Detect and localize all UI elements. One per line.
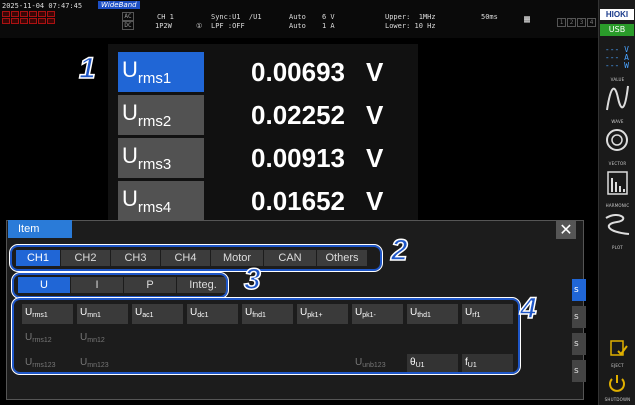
- channel-number-box: 3: [577, 18, 586, 27]
- wiring-label: 1P2W: [155, 22, 172, 30]
- sync-label: Sync:U1 /U1: [211, 13, 262, 21]
- harmonic-view-button[interactable]: HARMONIC: [601, 166, 634, 210]
- type-tabs-highlight: [11, 272, 229, 299]
- measurement-row[interactable]: Urms2 0.02252 V: [118, 95, 418, 135]
- plot-icon: [605, 213, 630, 235]
- circle-one-icon: ①: [196, 22, 203, 30]
- plot-button-label: PLOT: [612, 245, 623, 250]
- measurement-item-name[interactable]: Urms1: [118, 52, 204, 92]
- measurement-row[interactable]: Urms4 0.01652 V: [118, 181, 418, 221]
- svg-text:--- W: --- W: [605, 61, 629, 70]
- status-bar: 2025-11-04 07:47:45 WideBand AC DC CH 1 …: [0, 0, 598, 38]
- measurement-value: 0.00693: [251, 57, 345, 87]
- side-selector[interactable]: s: [572, 306, 586, 328]
- current-range-mode: Auto: [289, 22, 306, 30]
- channel-number-box: 4: [587, 18, 596, 27]
- channel-indicator-grid: [2, 11, 55, 24]
- upper-limit: Upper: 1MHz: [385, 13, 436, 21]
- channel-number-box: 1: [557, 18, 566, 27]
- measurement-unit: V: [366, 57, 384, 87]
- eject-button[interactable]: EJECT: [601, 338, 634, 370]
- callout-number: 3: [243, 262, 261, 297]
- voltage-range-mode: Auto: [289, 13, 306, 21]
- side-selector[interactable]: s: [572, 333, 586, 355]
- channel-tabs-highlight: [9, 244, 383, 272]
- measurement-value: 0.02252: [251, 100, 345, 130]
- measurement-row[interactable]: Urms3 0.00913 V: [118, 138, 418, 178]
- wideband-badge: WideBand: [98, 1, 140, 9]
- measurement-unit: V: [366, 186, 384, 216]
- voltage-range: 6 V: [322, 13, 335, 21]
- measurement-value: 0.00913: [251, 143, 345, 173]
- vector-icon: [606, 129, 628, 151]
- datetime: 2025-11-04 07:47:45: [2, 2, 83, 10]
- measurement-item-name[interactable]: Urms2: [118, 95, 204, 135]
- shutdown-icon: [609, 375, 625, 392]
- plot-view-button[interactable]: PLOT: [601, 208, 634, 252]
- measurement-item-name[interactable]: Urms3: [118, 138, 204, 178]
- lpf-label: LPF :OFF: [211, 22, 245, 30]
- channel-number-boxes: 1 2 3 4: [557, 18, 596, 27]
- brand-logo: HIOKI: [600, 9, 634, 20]
- param-grid-highlight: [11, 297, 521, 375]
- measurement-value: 0.01652: [251, 186, 345, 216]
- channel-number-box: 2: [567, 18, 576, 27]
- eject-button-label: EJECT: [611, 363, 624, 368]
- shutdown-button[interactable]: SHUTDOWN: [601, 372, 634, 404]
- shutdown-button-label: SHUTDOWN: [604, 397, 631, 402]
- harmonic-icon: [607, 171, 628, 195]
- measurement-unit: V: [366, 100, 384, 130]
- close-button[interactable]: ✕: [556, 221, 576, 239]
- dc-indicator: DC: [122, 21, 134, 30]
- value-view-button[interactable]: --- V --- A --- W VALUE: [601, 40, 634, 84]
- network-icon: ▦: [524, 14, 531, 25]
- data-update-rate: 50ms: [481, 13, 498, 21]
- value-icon: --- V --- A --- W: [605, 45, 629, 70]
- dialog-title: Item: [8, 220, 72, 238]
- callout-number: 2: [390, 233, 408, 268]
- wave-icon: [606, 85, 629, 111]
- lower-limit: Lower: 10 Hz: [385, 22, 436, 30]
- side-selector[interactable]: s: [572, 279, 586, 301]
- current-range: 1 A: [322, 22, 335, 30]
- eject-icon: [610, 340, 628, 356]
- callout-number: 1: [78, 51, 96, 86]
- wave-view-button[interactable]: WAVE: [601, 82, 634, 126]
- vector-view-button[interactable]: VECTOR: [601, 124, 634, 168]
- callout-number: 4: [519, 291, 537, 326]
- channel-label: CH 1: [157, 13, 174, 21]
- measurement-item-name[interactable]: Urms4: [118, 181, 204, 221]
- measurement-row[interactable]: Urms1 0.00693 V: [118, 52, 418, 92]
- usb-indicator: USB: [600, 24, 634, 36]
- measurement-unit: V: [366, 143, 384, 173]
- ac-indicator: AC: [122, 12, 134, 21]
- side-selector[interactable]: s: [572, 360, 586, 382]
